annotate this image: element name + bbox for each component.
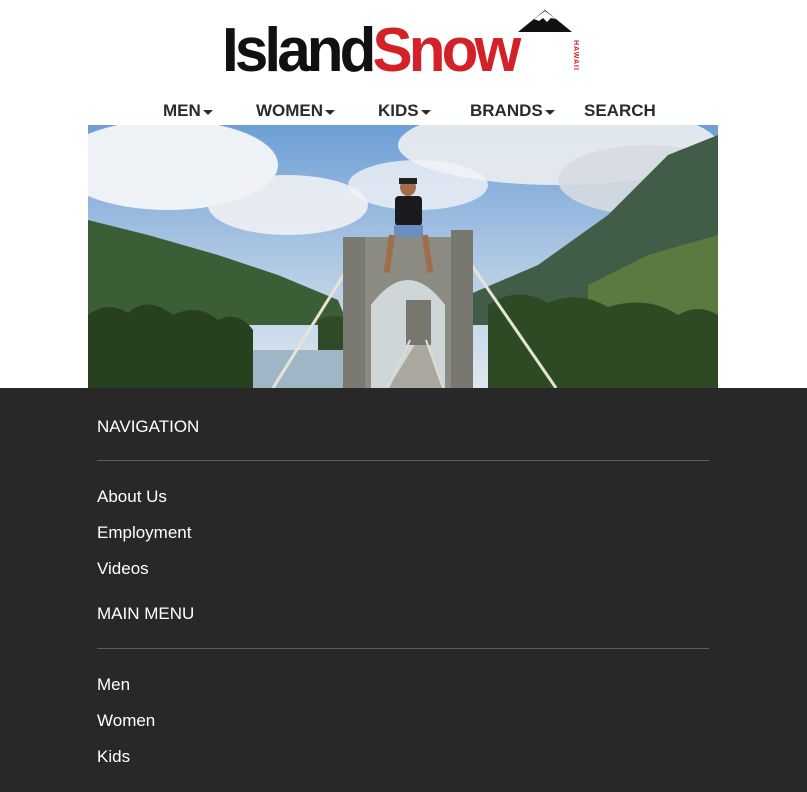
nav-item-label: SEARCH <box>584 101 656 120</box>
main-nav: MEN WOMEN KIDS BRANDS SEARCH <box>0 101 807 123</box>
nav-item-label: BRANDS <box>470 101 543 120</box>
footer-link-kids[interactable]: Kids <box>97 747 130 767</box>
footer-divider <box>97 648 709 649</box>
hero-image[interactable] <box>88 125 718 388</box>
footer-link-employment[interactable]: Employment <box>97 523 191 543</box>
logo-island-text: Island <box>222 16 376 85</box>
site-logo[interactable]: IslandSnow HAWAII <box>222 8 586 84</box>
caret-down-icon <box>420 109 431 115</box>
nav-item-label: MEN <box>163 101 201 120</box>
logo-hawaii-text: HAWAII <box>572 40 579 71</box>
nav-item-brands[interactable]: BRANDS <box>470 101 555 121</box>
caret-down-icon <box>325 109 336 115</box>
nav-item-kids[interactable]: KIDS <box>378 101 431 121</box>
footer-heading-navigation: NAVIGATION <box>97 417 200 436</box>
caret-down-icon <box>202 109 213 115</box>
footer-link-videos[interactable]: Videos <box>97 559 149 579</box>
footer-divider <box>97 460 709 461</box>
nav-item-label: KIDS <box>378 101 419 120</box>
mountain-icon <box>518 10 572 32</box>
caret-down-icon <box>544 109 555 115</box>
footer-link-men[interactable]: Men <box>97 675 130 695</box>
nav-item-women[interactable]: WOMEN <box>256 101 336 121</box>
nav-item-search[interactable]: SEARCH <box>584 101 656 121</box>
site-footer: NAVIGATION About Us Employment Videos MA… <box>0 388 807 792</box>
logo-wordmark: IslandSnow <box>222 20 521 82</box>
nav-item-men[interactable]: MEN <box>163 101 213 121</box>
footer-heading-main-menu: MAIN MENU <box>97 604 195 623</box>
footer-link-about-us[interactable]: About Us <box>97 487 167 507</box>
hero-photo-icon <box>88 125 718 388</box>
logo-snow-text: Snow <box>372 16 522 85</box>
nav-item-label: WOMEN <box>256 101 324 120</box>
footer-link-women[interactable]: Women <box>97 711 155 731</box>
